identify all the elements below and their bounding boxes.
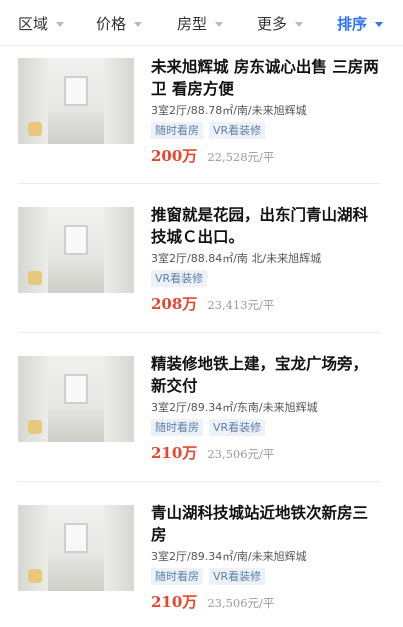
chevron-down-icon xyxy=(375,21,384,27)
filter-sort-label: 排序 xyxy=(337,14,368,33)
filter-district[interactable]: 区域 xyxy=(18,0,65,46)
listing-title: 青山湖科技城站近地铁次新房三房 xyxy=(151,504,369,544)
chevron-down-icon xyxy=(215,21,224,27)
listing-title: 精装修地铁上建，宝龙广场旁，新交付 xyxy=(151,355,369,395)
tag-anytime-viewing: 随时看房 xyxy=(151,122,203,139)
listing-price: 210万 xyxy=(151,593,198,611)
filter-layout-label: 房型 xyxy=(177,14,208,33)
listing-unit-price: 23,506元/平 xyxy=(207,596,275,610)
listing-photo xyxy=(18,207,134,293)
listing-photo xyxy=(18,58,134,144)
filter-price-label: 价格 xyxy=(96,14,127,33)
listing-price: 200万 xyxy=(151,147,198,165)
tag-vr-tour: VR看装修 xyxy=(209,419,266,436)
tag-anytime-viewing: 随时看房 xyxy=(151,419,203,436)
listing-meta: 3室2厅/89.34㎡/东南/未来旭辉城 xyxy=(151,401,318,414)
chevron-down-icon xyxy=(56,21,65,27)
listing-unit-price: 23,506元/平 xyxy=(207,447,275,461)
filter-more-label: 更多 xyxy=(257,14,288,33)
listing-meta: 3室2厅/88.84㎡/南 北/未来旭辉城 xyxy=(151,252,322,265)
tag-vr-tour: VR看装修 xyxy=(151,270,208,287)
listing-photo xyxy=(18,505,134,591)
divider xyxy=(18,332,380,333)
vr-icon xyxy=(28,569,42,583)
listing-unit-price: 23,413元/平 xyxy=(207,298,275,312)
divider xyxy=(18,481,380,482)
filter-district-label: 区域 xyxy=(18,14,49,33)
listing-price: 210万 xyxy=(151,444,198,462)
listing-price: 208万 xyxy=(151,295,198,313)
listing-photo xyxy=(18,356,134,442)
tag-vr-tour: VR看装修 xyxy=(209,122,266,139)
filter-price[interactable]: 价格 xyxy=(96,0,143,46)
listing-title: 推窗就是花园，出东门青山湖科技城Ｃ出口。 xyxy=(151,206,369,246)
filter-more[interactable]: 更多 xyxy=(257,0,304,46)
chevron-down-icon xyxy=(134,21,143,27)
tag-vr-tour: VR看装修 xyxy=(209,568,266,585)
listing-title: 未来旭辉城 房东诚心出售 三房两卫 看房方便 xyxy=(151,58,379,98)
listing-meta: 3室2厅/88.78㎡/南/未来旭辉城 xyxy=(151,104,307,117)
divider xyxy=(18,183,380,184)
filter-bar: 区域 价格 房型 更多 排序 xyxy=(0,0,403,46)
vr-icon xyxy=(28,122,42,136)
filter-layout[interactable]: 房型 xyxy=(177,0,224,46)
filter-sort[interactable]: 排序 xyxy=(337,0,384,46)
listing-unit-price: 22,528元/平 xyxy=(207,150,275,164)
chevron-down-icon xyxy=(295,21,304,27)
vr-icon xyxy=(28,271,42,285)
tag-anytime-viewing: 随时看房 xyxy=(151,568,203,585)
vr-icon xyxy=(28,420,42,434)
listing-meta: 3室2厅/89.34㎡/南/未来旭辉城 xyxy=(151,550,307,563)
